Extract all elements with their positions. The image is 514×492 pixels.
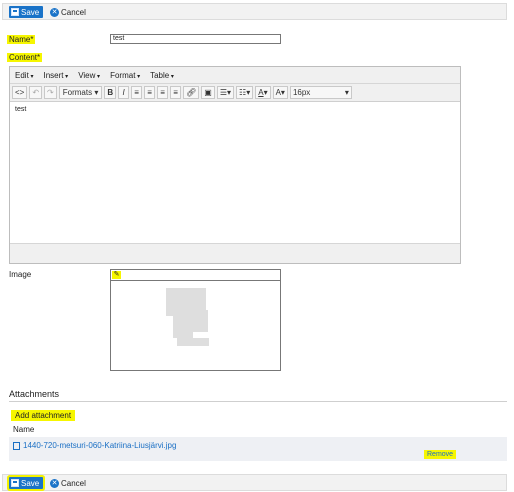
undo-icon[interactable]: ↶ bbox=[29, 86, 43, 99]
attachments-divider bbox=[9, 401, 507, 402]
bold-icon[interactable]: B bbox=[104, 86, 117, 99]
attachment-filename: 1440-720-metsuri-060-Katriina-Liusjärvi.… bbox=[23, 441, 177, 450]
image-icon[interactable]: ▣ bbox=[201, 86, 215, 99]
save-icon bbox=[11, 8, 19, 16]
cancel-icon: ✕ bbox=[50, 7, 59, 17]
align-right-icon[interactable]: ≡ bbox=[157, 86, 169, 99]
menu-edit[interactable]: Edit bbox=[15, 71, 33, 80]
content-label: Content* bbox=[7, 53, 43, 62]
remove-button[interactable]: Remove bbox=[424, 450, 457, 459]
add-attachment-button[interactable]: Add attachment bbox=[11, 410, 76, 421]
file-icon bbox=[13, 441, 20, 450]
menu-insert[interactable]: Insert bbox=[43, 71, 68, 80]
rich-text-editor: Edit Insert View Format Table <> ↶ ↷ For… bbox=[9, 66, 461, 264]
image-field: ✎ bbox=[110, 269, 281, 371]
name-input[interactable]: test bbox=[110, 34, 281, 44]
image-header: ✎ bbox=[111, 270, 280, 281]
align-center-icon[interactable]: ≡ bbox=[144, 86, 156, 99]
save-button-bottom[interactable]: Save bbox=[9, 477, 44, 489]
cancel-button-bottom[interactable]: ✕ Cancel bbox=[50, 477, 86, 489]
name-label: Name* bbox=[7, 35, 36, 44]
cancel-button-top[interactable]: ✕ Cancel bbox=[50, 6, 86, 18]
link-icon[interactable]: 🔗︎ bbox=[183, 86, 200, 99]
cancel-label: Cancel bbox=[61, 7, 86, 17]
save-icon bbox=[11, 479, 19, 487]
bottom-action-bar: Save ✕ Cancel bbox=[2, 474, 507, 491]
edit-pencil-icon[interactable]: ✎ bbox=[112, 271, 121, 279]
align-justify-icon[interactable]: ≡ bbox=[170, 86, 182, 99]
attachment-link[interactable]: 1440-720-metsuri-060-Katriina-Liusjärvi.… bbox=[13, 441, 176, 450]
image-label: Image bbox=[9, 270, 32, 279]
save-button-top[interactable]: Save bbox=[9, 6, 44, 18]
attachments-heading: Attachments bbox=[9, 389, 60, 399]
font-size-value: 16px bbox=[292, 88, 311, 97]
cancel-label: Cancel bbox=[61, 478, 86, 488]
save-label: Save bbox=[21, 478, 40, 488]
menu-format[interactable]: Format bbox=[110, 71, 140, 80]
source-code-icon[interactable]: <> bbox=[12, 86, 28, 99]
menu-table[interactable]: Table bbox=[150, 71, 174, 80]
formats-label: Formats bbox=[62, 88, 93, 97]
table-row: 1440-720-metsuri-060-Katriina-Liusjärvi.… bbox=[9, 437, 507, 461]
editor-toolbar: <> ↶ ↷ Formats ▾ B I ≡ ≡ ≡ ≡ 🔗︎ ▣ ☰▾ ☷▾ … bbox=[10, 84, 460, 102]
cancel-icon: ✕ bbox=[50, 478, 59, 488]
editor-statusbar bbox=[10, 243, 460, 263]
align-left-icon[interactable]: ≡ bbox=[131, 86, 143, 99]
text-color-icon[interactable]: A▾ bbox=[255, 86, 271, 99]
editor-menubar: Edit Insert View Format Table bbox=[10, 67, 460, 84]
menu-view[interactable]: View bbox=[78, 71, 100, 80]
font-size-select[interactable]: 16px ▾ bbox=[289, 86, 352, 99]
redo-icon[interactable]: ↷ bbox=[44, 86, 57, 99]
formats-dropdown[interactable]: Formats ▾ bbox=[58, 86, 103, 99]
editor-content[interactable]: test bbox=[10, 102, 460, 253]
top-action-bar: Save ✕ Cancel bbox=[2, 3, 507, 20]
save-label: Save bbox=[21, 7, 40, 17]
background-color-icon[interactable]: A▾ bbox=[272, 86, 288, 99]
italic-icon[interactable]: I bbox=[118, 86, 130, 99]
bullet-list-icon[interactable]: ☰▾ bbox=[216, 86, 235, 99]
attachments-name-header: Name bbox=[13, 425, 35, 434]
numbered-list-icon[interactable]: ☷▾ bbox=[236, 86, 254, 99]
